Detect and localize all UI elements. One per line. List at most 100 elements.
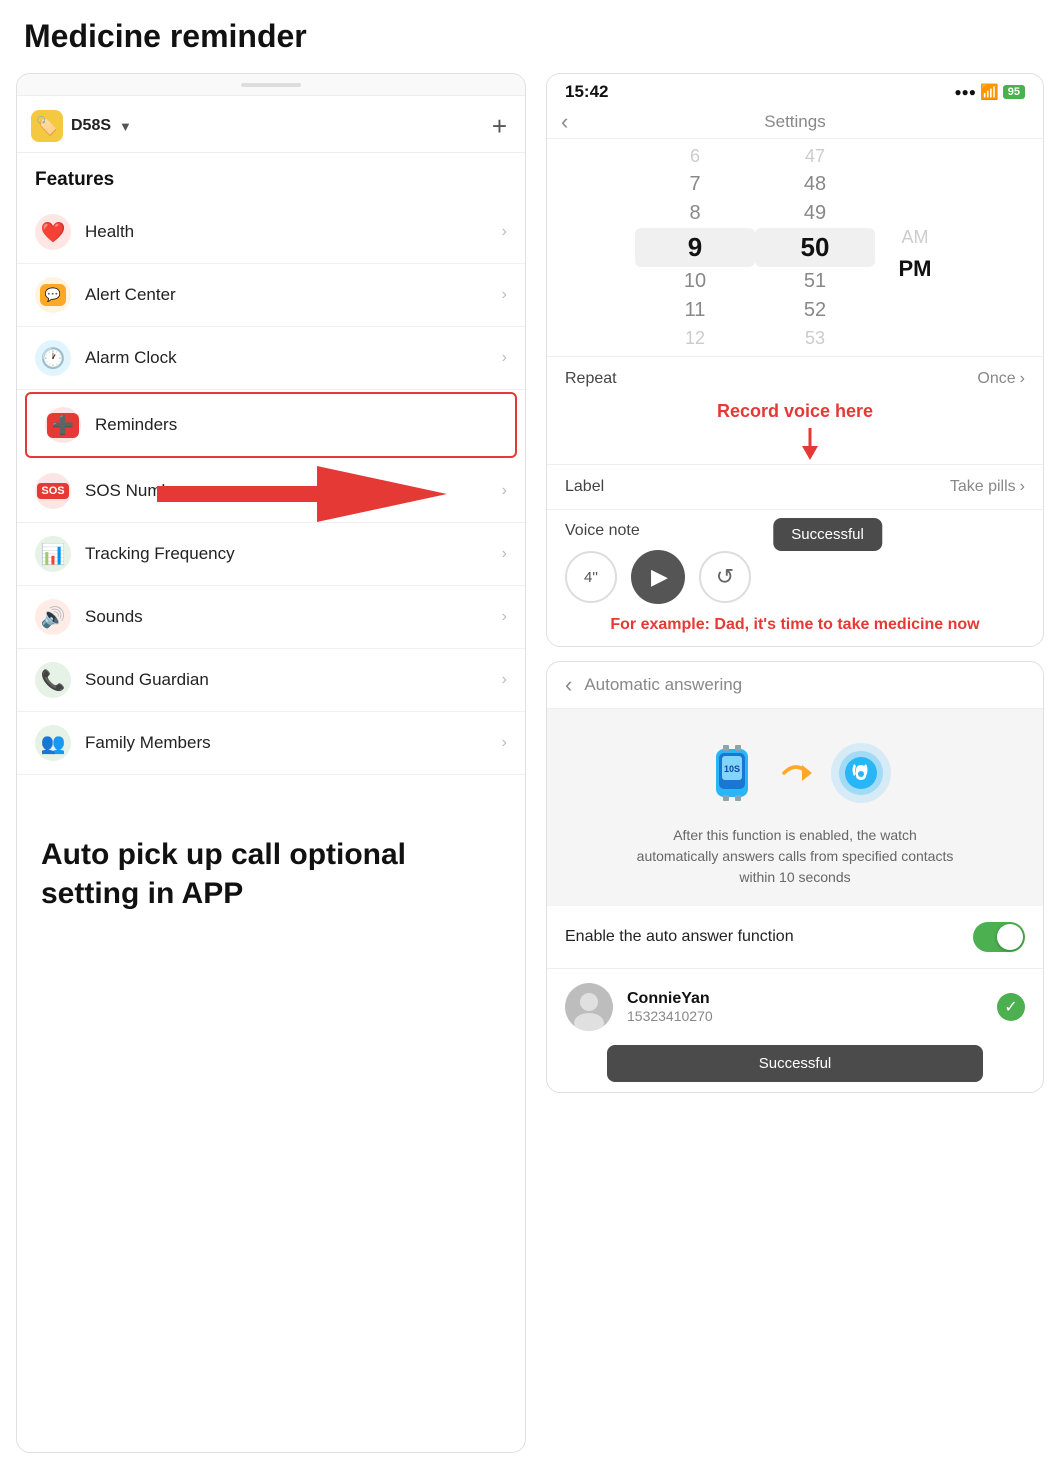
add-button[interactable]: + <box>492 111 507 142</box>
hour-7: 7 <box>635 170 755 199</box>
reminders-icon: ➕ <box>45 407 81 443</box>
features-title: Features <box>17 169 525 201</box>
down-arrow-svg <box>790 424 830 462</box>
device-icon: 🏷️ <box>31 110 63 142</box>
alert-icon: 💬 <box>35 277 71 313</box>
hour-12: 12 <box>635 325 755 352</box>
left-panel-header: 🏷️ D58S ▼ + <box>17 96 525 153</box>
health-icon: ❤️ <box>35 214 71 250</box>
contact-check-icon: ✓ <box>997 993 1025 1021</box>
label-field-value: Take pills › <box>950 478 1025 496</box>
pm-option-selected[interactable]: PM <box>899 252 932 286</box>
toast-bottom: Successful <box>607 1045 983 1082</box>
chevron-right-icon: › <box>1020 370 1025 388</box>
signal-icon: ●●● <box>954 85 976 99</box>
menu-item-tracking[interactable]: 📊Tracking Frequency› <box>17 523 525 586</box>
family-icon: 👥 <box>35 725 71 761</box>
menu-item-alert[interactable]: 💬 Alert Center› <box>17 264 525 327</box>
contact-name: ConnieYan <box>627 990 997 1008</box>
hour-10: 10 <box>635 267 755 296</box>
min-53: 53 <box>755 325 875 352</box>
repeat-row[interactable]: Repeat Once › <box>547 356 1043 401</box>
repeat-label: Repeat <box>565 370 617 388</box>
alarm-icon: 🕐 <box>35 340 71 376</box>
play-button[interactable]: ▶ <box>631 550 685 604</box>
scroll-hint <box>17 74 525 96</box>
hour-column: 6 7 8 9 10 11 12 <box>635 143 755 352</box>
family-label: Family Members <box>85 733 502 753</box>
min-47: 47 <box>755 143 875 170</box>
minute-column: 47 48 49 50 51 52 53 <box>755 143 875 352</box>
phone-nav-bar-top: ‹ Settings <box>547 106 1043 139</box>
toggle-knob <box>997 924 1023 950</box>
repeat-value: Once › <box>977 370 1025 388</box>
am-option[interactable]: AM <box>902 223 929 252</box>
scroll-hint-line <box>241 83 301 87</box>
settings-title: Settings <box>764 112 825 132</box>
alarm-chevron: › <box>502 349 507 367</box>
health-chevron: › <box>502 223 507 241</box>
watch-icon: 10S <box>696 737 768 809</box>
min-50-selected[interactable]: 50 <box>755 228 875 267</box>
menu-item-sos[interactable]: SOS SOS Numbers› <box>17 460 525 523</box>
toast-record: Successful <box>773 518 882 551</box>
battery-badge: 95 <box>1003 85 1025 99</box>
menu-items-list: ❤️Health›💬Alert Center›🕐Alarm Clock›➕Rem… <box>17 201 525 775</box>
min-52: 52 <box>755 296 875 325</box>
min-49: 49 <box>755 199 875 228</box>
back-button-bottom[interactable]: ‹ <box>565 672 572 698</box>
status-icons: ●●● 📶 95 <box>954 83 1025 101</box>
sound_guardian-icon: 📞 <box>35 662 71 698</box>
replay-icon: ↺ <box>716 564 734 590</box>
alarm-label: Alarm Clock <box>85 348 502 368</box>
sounds-label: Sounds <box>85 607 502 627</box>
contact-row: ConnieYan 15323410270 ✓ <box>547 969 1043 1045</box>
label-section: Record voice here Label Take pills › <box>547 401 1043 509</box>
device-label[interactable]: 🏷️ D58S ▼ <box>31 110 132 142</box>
device-name: D58S <box>71 117 111 135</box>
voice-note-section: Voice note Successful 4'' ▶ ↺ For exampl… <box>547 509 1043 646</box>
toggle-label: Enable the auto answer function <box>565 928 794 946</box>
auto-answer-nav: ‹ Automatic answering <box>547 662 1043 709</box>
main-layout: 🏷️ D58S ▼ + Features ❤️Health› 💬 Alert Cen… <box>0 65 1060 1481</box>
record-voice-arrow <box>547 422 1043 464</box>
family-chevron: › <box>502 734 507 752</box>
back-button-top[interactable]: ‹ <box>561 109 568 135</box>
svg-text:10S: 10S <box>724 764 740 774</box>
auto-answer-title: Automatic answering <box>584 675 742 695</box>
alert-label: Alert Center <box>85 285 502 305</box>
replay-button[interactable]: ↺ <box>699 551 751 603</box>
hour-9-selected[interactable]: 9 <box>635 228 755 267</box>
auto-answer-toggle[interactable] <box>973 922 1025 952</box>
illustration-icons: 10S <box>696 737 894 809</box>
menu-item-health[interactable]: ❤️Health› <box>17 201 525 264</box>
tracking-chevron: › <box>502 545 507 563</box>
features-section: Features ❤️Health›💬Alert Center›🕐Alarm C… <box>17 153 525 775</box>
label-row[interactable]: Label Take pills › <box>547 464 1043 509</box>
record-voice-annotation: Record voice here <box>547 401 1043 422</box>
label-field-label: Label <box>565 478 604 496</box>
contact-info: ConnieYan 15323410270 <box>627 990 997 1024</box>
reminders-label: Reminders <box>95 415 497 435</box>
menu-item-sounds[interactable]: 🔊Sounds› <box>17 586 525 649</box>
menu-item-sound_guardian[interactable]: 📞Sound Guardian› <box>17 649 525 712</box>
status-time: 15:42 <box>565 82 608 102</box>
min-48: 48 <box>755 170 875 199</box>
hour-8: 8 <box>635 199 755 228</box>
menu-item-family[interactable]: 👥 Family Members› <box>17 712 525 775</box>
alert-chevron: › <box>502 286 507 304</box>
chevron-right-label-icon: › <box>1020 478 1025 496</box>
voice-note-controls: 4'' ▶ ↺ <box>565 550 1025 604</box>
avatar-svg <box>565 983 613 1031</box>
sound_guardian-chevron: › <box>502 671 507 689</box>
ampm-column: AM PM <box>875 209 955 286</box>
bottom-left-text: Auto pick up call optional setting in AP… <box>17 775 525 943</box>
sos-label: SOS Numbers <box>85 481 502 501</box>
page-title: Medicine reminder <box>0 0 1060 65</box>
sos-chevron: › <box>502 482 507 500</box>
tracking-icon: 📊 <box>35 536 71 572</box>
phone-screen-top: 15:42 ●●● 📶 95 ‹ Settings 6 7 8 9 <box>546 73 1044 647</box>
menu-item-reminders[interactable]: ➕ Reminders <box>25 392 517 458</box>
menu-item-alarm[interactable]: 🕐 Alarm Clock› <box>17 327 525 390</box>
sos-icon: SOS <box>35 473 71 509</box>
